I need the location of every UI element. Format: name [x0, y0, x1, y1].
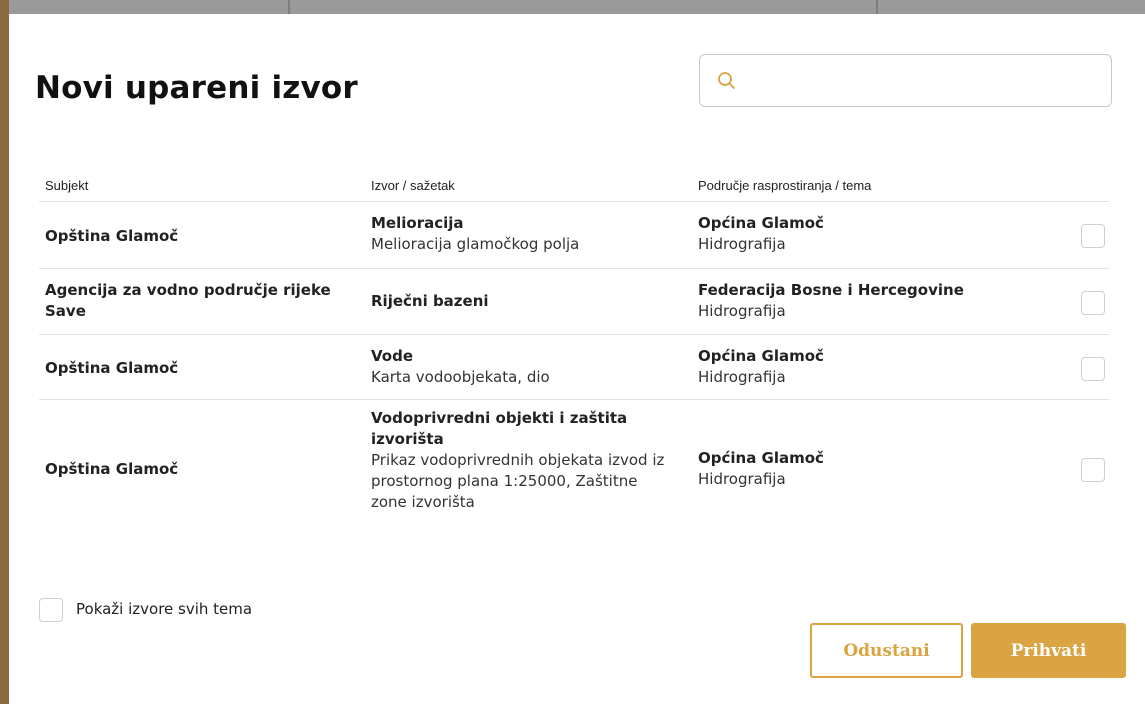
header-subject: Subjekt: [45, 178, 89, 193]
table-row: Opština Glamoč Vodoprivredni objekti i z…: [9, 400, 1109, 550]
row-source: Melioracija Melioracija glamočkog polja: [371, 213, 676, 255]
backdrop-top: [0, 0, 1145, 14]
area-name: Općina Glamoč: [698, 214, 824, 232]
theme-name: Hidrografija: [698, 302, 786, 320]
source-summary: Prikaz vodoprivrednih objekata izvod iz …: [371, 451, 665, 511]
new-paired-source-dialog: Novi upareni izvor Subjekt Izvor / sažet…: [9, 14, 1145, 704]
theme-name: Hidrografija: [698, 470, 786, 488]
row-area: Općina Glamoč Hidrografija: [698, 346, 1018, 388]
search-box[interactable]: [699, 54, 1112, 107]
backdrop-divider: [288, 0, 290, 14]
area-name: Općina Glamoč: [698, 449, 824, 467]
cancel-button[interactable]: Odustani: [810, 623, 963, 678]
source-title: Riječni bazeni: [371, 292, 489, 310]
table-row: Agencija za vodno područje rijeke Save R…: [9, 269, 1109, 335]
row-checkbox[interactable]: [1081, 458, 1105, 482]
row-subject: Opština Glamoč: [45, 460, 179, 478]
source-title: Melioracija: [371, 214, 464, 232]
row-source: Riječni bazeni: [371, 291, 676, 312]
area-name: Općina Glamoč: [698, 347, 824, 365]
source-title: Vode: [371, 347, 414, 365]
area-name: Federacija Bosne i Hercegovine: [698, 281, 964, 299]
search-input[interactable]: [748, 63, 1102, 101]
row-checkbox[interactable]: [1081, 224, 1105, 248]
row-source: Vode Karta vodoobjekata, dio: [371, 346, 676, 388]
show-all-checkbox[interactable]: [39, 598, 63, 622]
row-checkbox[interactable]: [1081, 291, 1105, 315]
row-source: Vodoprivredni objekti i zaštita izvorišt…: [371, 408, 671, 513]
accept-button[interactable]: Prihvati: [971, 623, 1126, 678]
table-header: Subjekt Izvor / sažetak Područje raspros…: [9, 172, 1109, 202]
source-summary: Melioracija glamočkog polja: [371, 235, 580, 253]
header-source: Izvor / sažetak: [371, 178, 455, 193]
backdrop-divider: [876, 0, 878, 14]
row-checkbox[interactable]: [1081, 357, 1105, 381]
row-area: Federacija Bosne i Hercegovine Hidrograf…: [698, 280, 1018, 322]
table-row: Opština Glamoč Vode Karta vodoobjekata, …: [9, 335, 1109, 400]
theme-name: Hidrografija: [698, 368, 786, 386]
theme-name: Hidrografija: [698, 235, 786, 253]
source-title: Vodoprivredni objekti i zaštita izvorišt…: [371, 409, 628, 448]
table-row: Opština Glamoč Melioracija Melioracija g…: [9, 202, 1109, 268]
dialog-title: Novi upareni izvor: [35, 70, 358, 106]
row-area: Općina Glamoč Hidrografija: [698, 213, 1018, 255]
row-area: Općina Glamoč Hidrografija: [698, 448, 1018, 490]
row-subject: Opština Glamoč: [45, 227, 179, 245]
source-summary: Karta vodoobjekata, dio: [371, 368, 550, 386]
row-subject: Opština Glamoč: [45, 359, 179, 377]
header-area-theme: Područje rasprostiranja / tema: [698, 178, 872, 193]
row-subject: Agencija za vodno područje rijeke Save: [45, 281, 331, 320]
backdrop-left: [0, 0, 9, 704]
search-icon: [718, 72, 735, 89]
show-all-label: Pokaži izvore svih tema: [76, 600, 253, 618]
